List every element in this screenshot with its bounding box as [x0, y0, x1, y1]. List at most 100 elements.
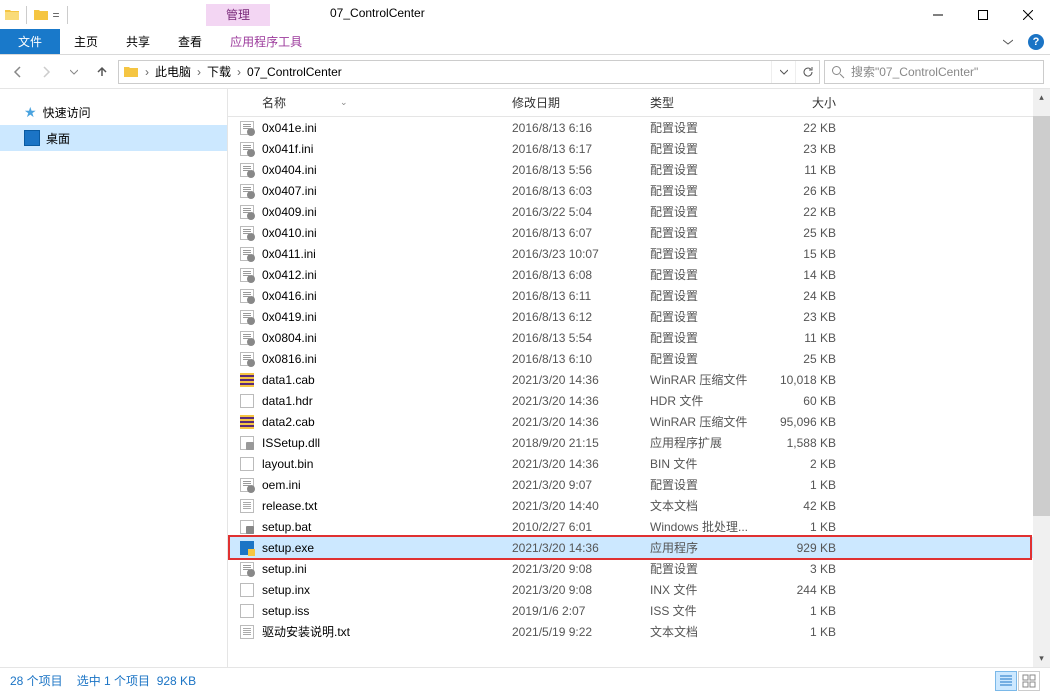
file-row[interactable]: layout.bin2021/3/20 14:36BIN 文件2 KB [228, 453, 1050, 474]
file-type: 文本文档 [650, 623, 770, 640]
ribbon-collapse-button[interactable] [994, 29, 1022, 54]
help-button[interactable]: ? [1022, 29, 1050, 54]
file-name: 0x0410.ini [262, 226, 512, 240]
file-icon [240, 625, 262, 639]
address-bar[interactable]: › 此电脑 › 下载 › 07_ControlCenter [118, 60, 820, 84]
file-icon [240, 604, 262, 618]
file-name: setup.inx [262, 583, 512, 597]
file-row[interactable]: oem.ini2021/3/20 9:07配置设置1 KB [228, 474, 1050, 495]
qat-folder-icon[interactable] [33, 7, 49, 23]
file-row[interactable]: 0x041f.ini2016/8/13 6:17配置设置23 KB [228, 138, 1050, 159]
star-icon: ★ [24, 104, 37, 121]
file-row[interactable]: data2.cab2021/3/20 14:36WinRAR 压缩文件95,09… [228, 411, 1050, 432]
file-row[interactable]: 0x0407.ini2016/8/13 6:03配置设置26 KB [228, 180, 1050, 201]
close-button[interactable] [1005, 0, 1050, 29]
tab-share[interactable]: 共享 [112, 29, 164, 54]
address-dropdown-button[interactable] [771, 61, 795, 83]
file-date: 2016/8/13 6:08 [512, 268, 650, 282]
titlebar: = 管理 07_ControlCenter [0, 0, 1050, 29]
chevron-right-icon[interactable]: › [235, 65, 243, 79]
scroll-track[interactable] [1033, 106, 1050, 650]
breadcrumb-downloads[interactable]: 下载 [203, 61, 235, 83]
file-name: data1.hdr [262, 394, 512, 408]
file-name: 0x0411.ini [262, 247, 512, 261]
tab-home[interactable]: 主页 [60, 29, 112, 54]
file-icon [240, 499, 262, 513]
file-icon [240, 541, 262, 555]
file-date: 2010/2/27 6:01 [512, 520, 650, 534]
help-icon: ? [1028, 34, 1044, 50]
file-row[interactable]: setup.bat2010/2/27 6:01Windows 批处理...1 K… [228, 516, 1050, 537]
file-row[interactable]: data1.hdr2021/3/20 14:36HDR 文件60 KB [228, 390, 1050, 411]
file-icon [240, 142, 262, 156]
file-row[interactable]: setup.inx2021/3/20 9:08INX 文件244 KB [228, 579, 1050, 600]
nav-recent-button[interactable] [62, 60, 86, 84]
nav-back-button[interactable] [6, 60, 30, 84]
scrollbar-vertical[interactable]: ▴ ▾ [1033, 89, 1050, 667]
file-date: 2021/3/20 14:36 [512, 394, 650, 408]
column-header-date[interactable]: 修改日期 [512, 94, 650, 111]
view-details-button[interactable] [995, 671, 1017, 691]
file-icon [240, 457, 262, 471]
scroll-thumb[interactable] [1033, 116, 1050, 516]
qat-divider-2 [67, 6, 68, 24]
file-row[interactable]: 0x0410.ini2016/8/13 6:07配置设置25 KB [228, 222, 1050, 243]
status-selection: 选中 1 个项目 928 KB [77, 672, 196, 689]
column-header-type[interactable]: 类型 [650, 94, 770, 111]
sidebar-item-label: 桌面 [46, 130, 70, 147]
sidebar: ★ 快速访问 桌面 [0, 89, 228, 667]
breadcrumb-current[interactable]: 07_ControlCenter [243, 61, 346, 83]
nav-up-button[interactable] [90, 60, 114, 84]
sidebar-item-desktop[interactable]: 桌面 [0, 125, 227, 151]
file-row[interactable]: setup.exe2021/3/20 14:36应用程序929 KB [228, 537, 1050, 558]
refresh-button[interactable] [795, 61, 819, 83]
file-row[interactable]: 0x0416.ini2016/8/13 6:11配置设置24 KB [228, 285, 1050, 306]
maximize-button[interactable] [960, 0, 1005, 29]
tab-app-tools[interactable]: 应用程序工具 [216, 29, 316, 54]
file-name: 0x0407.ini [262, 184, 512, 198]
file-row[interactable]: ISSetup.dll2018/9/20 21:15应用程序扩展1,588 KB [228, 432, 1050, 453]
file-size: 1 KB [770, 604, 846, 618]
file-row[interactable]: 0x0419.ini2016/8/13 6:12配置设置23 KB [228, 306, 1050, 327]
file-icon [240, 520, 262, 534]
file-row[interactable]: data1.cab2021/3/20 14:36WinRAR 压缩文件10,01… [228, 369, 1050, 390]
view-large-icons-button[interactable] [1018, 671, 1040, 691]
sort-indicator: ⌄ [340, 97, 348, 108]
column-header-size[interactable]: 大小 [770, 94, 846, 111]
file-row[interactable]: 0x0409.ini2016/3/22 5:04配置设置22 KB [228, 201, 1050, 222]
file-type: 配置设置 [650, 308, 770, 325]
scroll-up-button[interactable]: ▴ [1033, 89, 1050, 106]
file-date: 2021/3/20 9:07 [512, 478, 650, 492]
nav-forward-button[interactable] [34, 60, 58, 84]
minimize-button[interactable] [915, 0, 960, 29]
file-name: 0x041e.ini [262, 121, 512, 135]
file-date: 2016/8/13 6:10 [512, 352, 650, 366]
column-header-name[interactable]: 名称⌄ [262, 94, 512, 111]
file-date: 2021/3/20 14:36 [512, 457, 650, 471]
file-row[interactable]: 0x041e.ini2016/8/13 6:16配置设置22 KB [228, 117, 1050, 138]
tab-file[interactable]: 文件 [0, 29, 60, 54]
navbar: › 此电脑 › 下载 › 07_ControlCenter 搜索"07_Cont… [0, 55, 1050, 89]
file-row[interactable]: 驱动安装说明.txt2021/5/19 9:22文本文档1 KB [228, 621, 1050, 642]
file-row[interactable]: setup.ini2021/3/20 9:08配置设置3 KB [228, 558, 1050, 579]
file-row[interactable]: 0x0411.ini2016/3/23 10:07配置设置15 KB [228, 243, 1050, 264]
file-row[interactable]: release.txt2021/3/20 14:40文本文档42 KB [228, 495, 1050, 516]
qat-equal-icon[interactable]: = [51, 4, 61, 26]
file-row[interactable]: 0x0804.ini2016/8/13 5:54配置设置11 KB [228, 327, 1050, 348]
chevron-right-icon[interactable]: › [195, 65, 203, 79]
qat-divider [26, 6, 27, 24]
file-name: release.txt [262, 499, 512, 513]
chevron-right-icon[interactable]: › [143, 65, 151, 79]
file-icon [240, 415, 262, 429]
scroll-down-button[interactable]: ▾ [1033, 650, 1050, 667]
breadcrumb-this-pc[interactable]: 此电脑 [151, 61, 195, 83]
contextual-tab-manage: 管理 [206, 4, 270, 26]
file-type: 配置设置 [650, 476, 770, 493]
search-input[interactable]: 搜索"07_ControlCenter" [824, 60, 1044, 84]
file-row[interactable]: 0x0404.ini2016/8/13 5:56配置设置11 KB [228, 159, 1050, 180]
sidebar-item-quick-access[interactable]: ★ 快速访问 [0, 99, 227, 125]
file-row[interactable]: 0x0412.ini2016/8/13 6:08配置设置14 KB [228, 264, 1050, 285]
file-row[interactable]: setup.iss2019/1/6 2:07ISS 文件1 KB [228, 600, 1050, 621]
tab-view[interactable]: 查看 [164, 29, 216, 54]
file-row[interactable]: 0x0816.ini2016/8/13 6:10配置设置25 KB [228, 348, 1050, 369]
